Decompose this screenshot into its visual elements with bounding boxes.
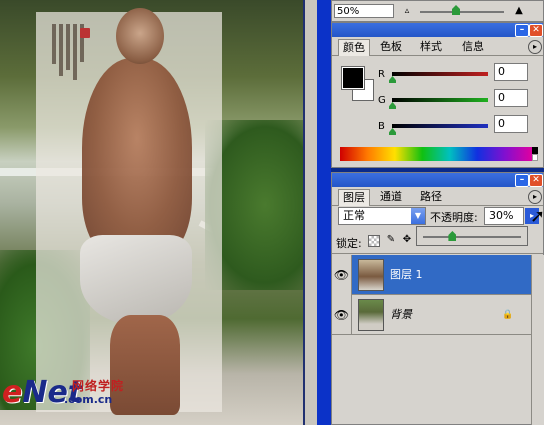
layers-tab-bar: 图层 通道 路径 ▸: [332, 187, 543, 206]
close-icon[interactable]: ✕: [529, 174, 543, 187]
figure-torso: [82, 58, 192, 258]
mouse-cursor-icon: ➚: [530, 206, 544, 227]
zoom-slider-track[interactable]: [420, 11, 504, 13]
watermark-url: .com.cn: [64, 393, 113, 406]
lock-icon: 🔒: [502, 310, 514, 320]
zoom-in-icon[interactable]: ▲: [512, 4, 526, 18]
opacity-slider-thumb[interactable]: [448, 231, 457, 241]
color-spectrum-bar[interactable]: [340, 147, 532, 161]
layers-panel: – ✕ 图层 通道 路径 ▸ 正常 ▼ 不透明度: 30% ▸ 锁定: ✎ ✥ …: [331, 172, 544, 425]
figure-head: [116, 8, 164, 64]
layer-row[interactable]: 👁 图层 1: [332, 255, 531, 295]
layers-panel-titlebar[interactable]: – ✕: [332, 173, 543, 187]
calligraphy-column: [52, 24, 56, 64]
calligraphy-column: [59, 24, 63, 76]
zoom-out-icon[interactable]: ▵: [401, 5, 413, 17]
color-panel-titlebar[interactable]: – ✕: [332, 23, 543, 37]
channel-g-thumb[interactable]: [389, 102, 396, 109]
canvas-divider: [305, 0, 317, 425]
layer-name[interactable]: 图层 1: [390, 255, 423, 295]
tab-styles[interactable]: 样式: [416, 39, 446, 55]
lock-label: 锁定:: [336, 237, 362, 250]
color-tab-bar: 颜色 色板 样式 信息 ▸: [332, 37, 543, 56]
watermark-logo-e: e: [2, 375, 23, 410]
layers-scrollbar[interactable]: [531, 255, 544, 425]
opacity-input[interactable]: 30%: [484, 207, 524, 225]
opacity-slider-popup[interactable]: [416, 226, 528, 246]
channel-b-label: B: [378, 121, 385, 132]
panel-menu-icon[interactable]: ▸: [528, 40, 542, 54]
watermark-chinese: 网络学院: [72, 379, 125, 393]
tab-channels[interactable]: 通道: [376, 189, 406, 205]
eye-icon[interactable]: 👁: [332, 255, 352, 295]
tab-layers[interactable]: 图层: [338, 189, 370, 206]
spectrum-white-swatch[interactable]: [532, 154, 538, 161]
opacity-slider-track[interactable]: [423, 236, 521, 238]
red-seal: [80, 28, 90, 38]
layer-thumbnail[interactable]: [358, 259, 384, 291]
foreground-color-swatch[interactable]: [341, 66, 365, 90]
image-canvas[interactable]: eNet 网络学院 .com.cn: [0, 0, 305, 425]
eye-icon[interactable]: 👁: [332, 295, 352, 335]
channel-b-value[interactable]: 0: [494, 115, 528, 133]
panel-menu-icon[interactable]: ▸: [528, 190, 542, 204]
channel-r-value[interactable]: 0: [494, 63, 528, 81]
layer-row[interactable]: 👁 背景 🔒: [332, 295, 531, 335]
lock-move-icon[interactable]: ✥: [400, 233, 414, 247]
workspace-gap: [317, 0, 331, 425]
channel-r-thumb[interactable]: [389, 76, 396, 83]
watermark: eNet 网络学院 .com.cn: [2, 375, 172, 419]
zoom-input[interactable]: 50%: [334, 4, 394, 18]
channel-r-label: R: [378, 69, 385, 80]
lock-transparent-icon[interactable]: [368, 235, 380, 247]
channel-r-slider[interactable]: [392, 72, 488, 76]
minimize-icon[interactable]: –: [515, 174, 529, 187]
layer-thumbnail[interactable]: [358, 299, 384, 331]
close-icon[interactable]: ✕: [529, 24, 543, 37]
layer-name[interactable]: 背景: [390, 295, 412, 335]
tab-paths[interactable]: 路径: [416, 189, 446, 205]
color-panel: – ✕ 颜色 色板 样式 信息 ▸ R 0 G 0 B 0: [331, 22, 544, 168]
channel-g-label: G: [378, 95, 386, 106]
opacity-label: 不透明度:: [430, 211, 478, 224]
calligraphy-column: [66, 24, 70, 70]
tab-swatches[interactable]: 色板: [376, 39, 406, 55]
calligraphy-block: [52, 24, 98, 84]
channel-g-slider[interactable]: [392, 98, 488, 102]
lock-brush-icon[interactable]: ✎: [384, 233, 398, 247]
channel-b-slider[interactable]: [392, 124, 488, 128]
spectrum-black-swatch[interactable]: [532, 147, 538, 154]
figure-cloth: [80, 235, 192, 325]
channel-b-thumb[interactable]: [389, 128, 396, 135]
chevron-down-icon[interactable]: ▼: [411, 208, 425, 224]
calligraphy-column: [73, 24, 77, 80]
tab-color[interactable]: 颜色: [338, 39, 370, 56]
channel-g-value[interactable]: 0: [494, 89, 528, 107]
tab-info[interactable]: 信息: [458, 39, 488, 55]
layers-divider: [332, 253, 543, 254]
minimize-icon[interactable]: –: [515, 24, 529, 37]
